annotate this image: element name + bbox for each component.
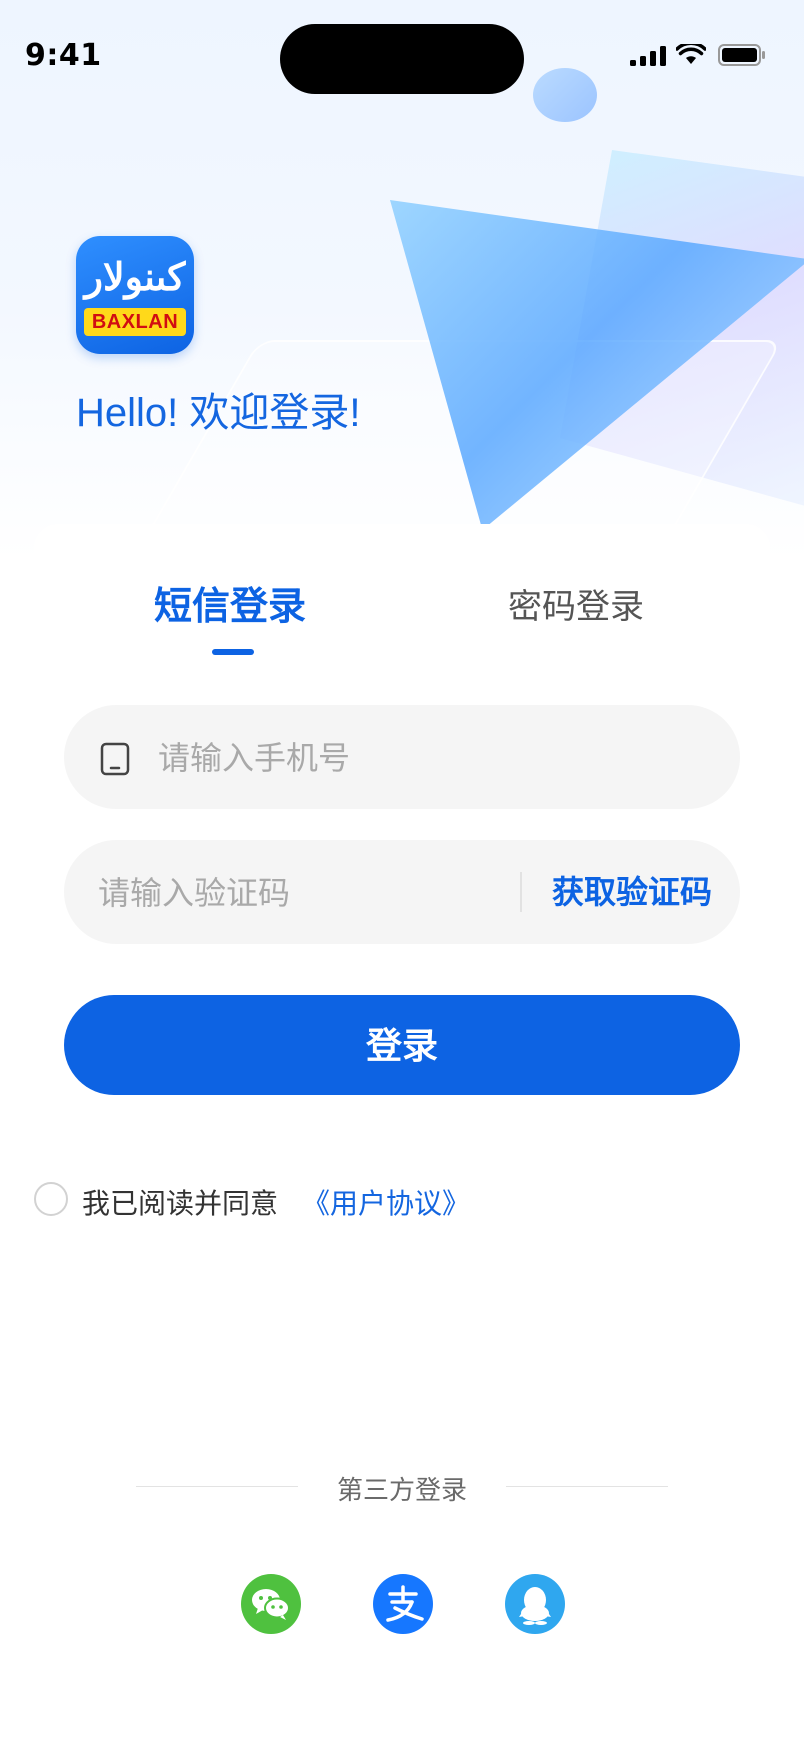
alipay-icon xyxy=(386,1585,424,1622)
battery-icon xyxy=(718,44,765,66)
login-button[interactable]: 登录 xyxy=(64,995,740,1095)
verification-code-field: 获取验证码 xyxy=(64,840,740,946)
wifi-icon xyxy=(676,44,706,64)
qq-icon xyxy=(519,1587,551,1625)
tab-active-indicator xyxy=(212,649,254,655)
field-divider xyxy=(520,872,522,912)
qq-login-button[interactable] xyxy=(505,1574,565,1634)
get-code-button[interactable]: 获取验证码 xyxy=(552,840,712,944)
phone-field xyxy=(64,705,740,811)
divider-line xyxy=(506,1486,668,1487)
phone-input[interactable] xyxy=(156,705,700,811)
phone-icon xyxy=(100,742,130,776)
agreement-text: 我已阅读并同意 xyxy=(82,1187,279,1220)
app-logo: كىنولار BAXLAN xyxy=(76,236,194,354)
signal-icon xyxy=(630,46,666,66)
logo-script: كىنولار xyxy=(84,254,186,299)
verification-code-input[interactable] xyxy=(96,840,540,946)
status-icons xyxy=(630,42,790,66)
logo-plate: BAXLAN xyxy=(84,308,186,336)
status-time: 9:41 xyxy=(25,38,102,73)
alipay-login-button[interactable] xyxy=(373,1574,433,1634)
dynamic-island xyxy=(280,24,524,94)
decorative-bubble xyxy=(533,68,597,122)
third-party-login-label: 第三方登录 xyxy=(336,1476,467,1506)
tab-password-login[interactable]: 密码登录 xyxy=(508,579,644,628)
tab-sms-login[interactable]: 短信登录 xyxy=(154,575,306,630)
wechat-login-button[interactable] xyxy=(241,1574,301,1634)
welcome-heading: Hello! 欢迎登录! xyxy=(76,391,361,435)
wechat-icon xyxy=(252,1589,290,1620)
user-agreement-link[interactable]: 《用户协议》 xyxy=(302,1182,470,1222)
agreement-checkbox[interactable] xyxy=(34,1182,68,1216)
